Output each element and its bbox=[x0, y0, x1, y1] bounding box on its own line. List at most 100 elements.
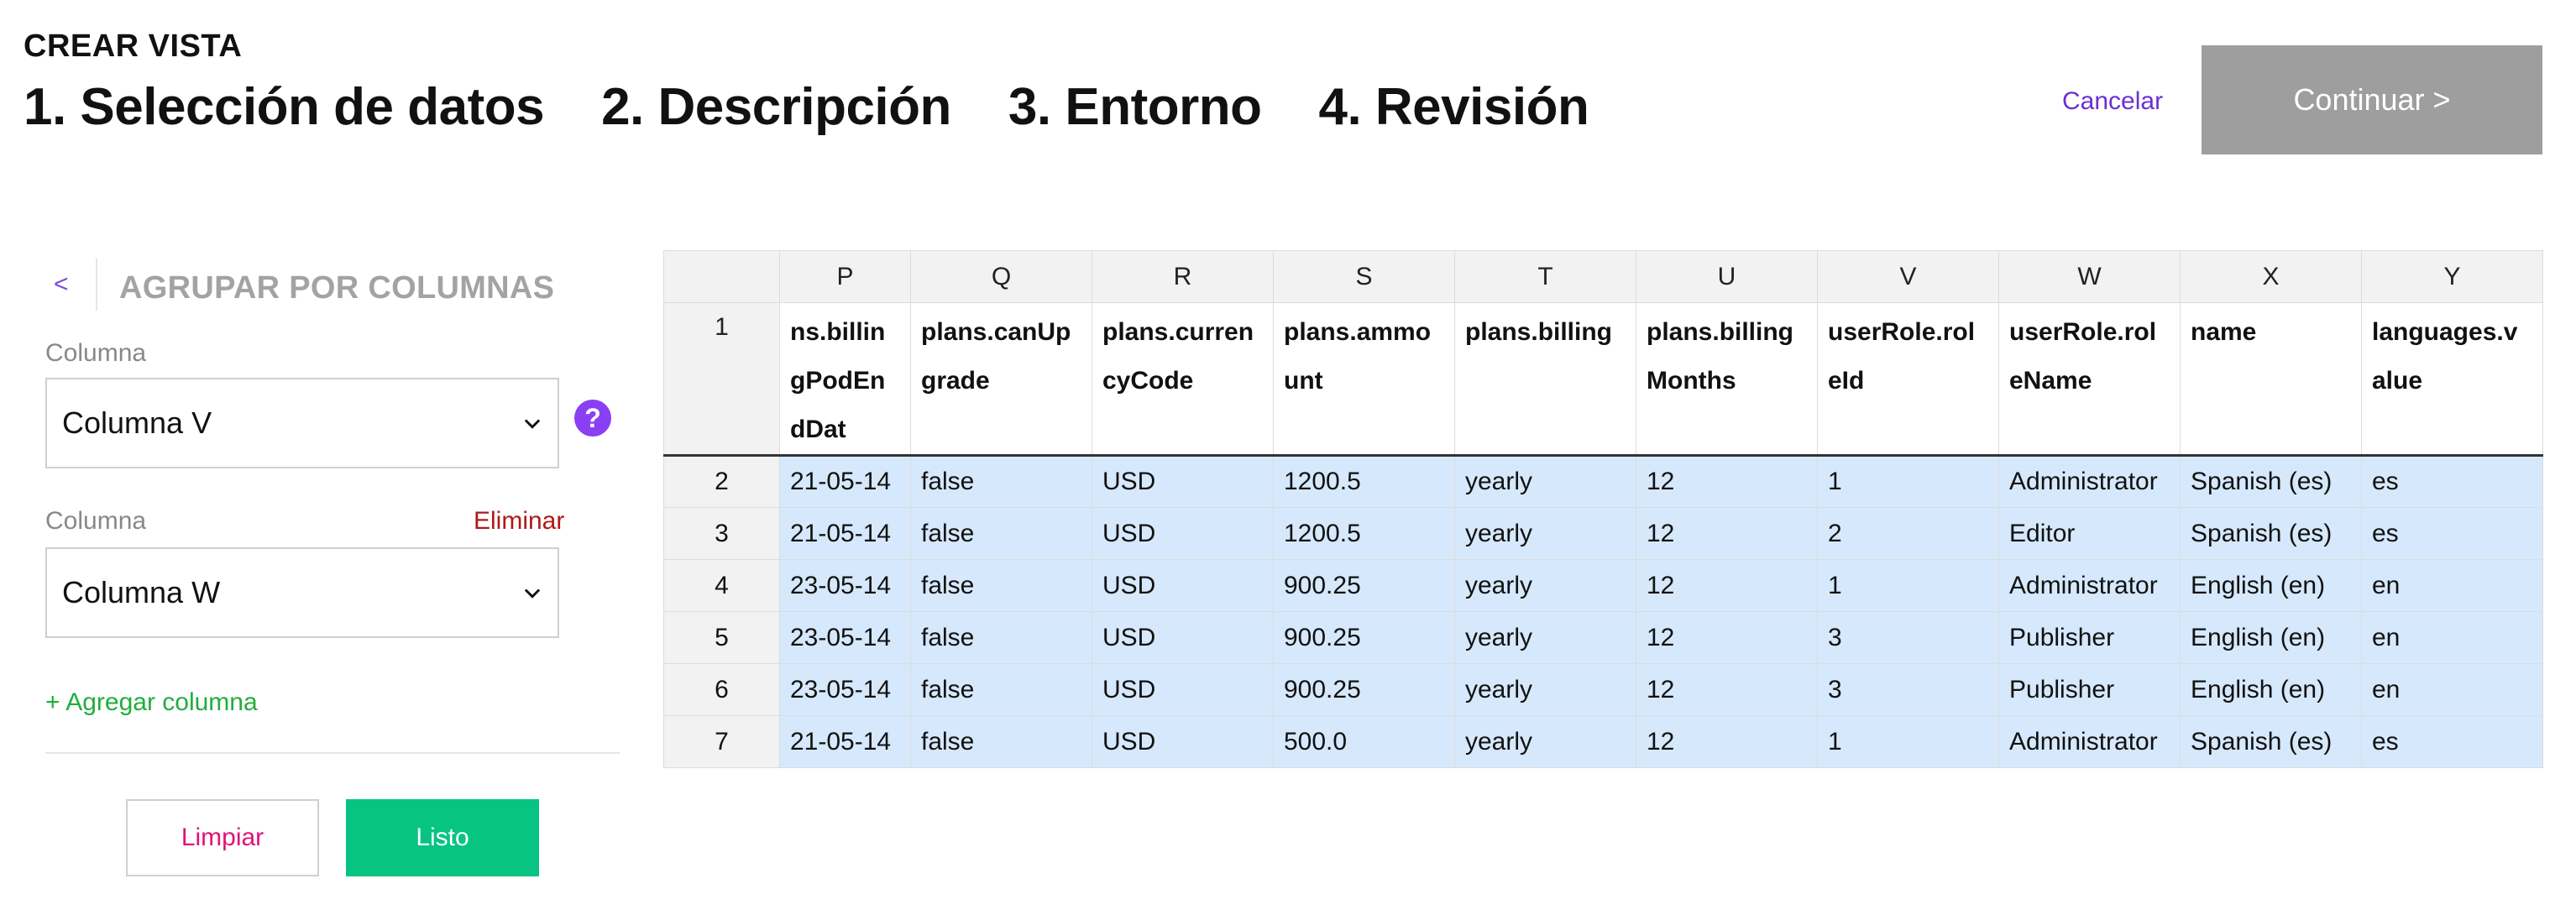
step-review[interactable]: 4. Revisión bbox=[1318, 77, 1589, 137]
continue-button[interactable]: Continuar > bbox=[2202, 45, 2542, 154]
row-number[interactable]: 6 bbox=[663, 663, 780, 716]
header-cell[interactable]: plans.ammount bbox=[1273, 302, 1455, 457]
table-cell[interactable]: Spanish (es) bbox=[2180, 715, 2362, 768]
table-cell[interactable]: es bbox=[2361, 715, 2543, 768]
header-cell[interactable]: ns.billingPodEndDat bbox=[779, 302, 911, 457]
table-cell[interactable]: 23-05-14 bbox=[779, 611, 911, 664]
done-button[interactable]: Listo bbox=[346, 799, 539, 876]
column-letter[interactable]: Y bbox=[2361, 250, 2543, 303]
table-cell[interactable]: USD bbox=[1092, 715, 1274, 768]
table-cell[interactable]: false bbox=[910, 611, 1092, 664]
table-cell[interactable]: en bbox=[2361, 663, 2543, 716]
table-cell[interactable]: Spanish (es) bbox=[2180, 455, 2362, 508]
table-cell[interactable]: English (en) bbox=[2180, 663, 2362, 716]
column-letter[interactable]: W bbox=[1998, 250, 2181, 303]
row-number[interactable]: 3 bbox=[663, 507, 780, 560]
table-cell[interactable]: false bbox=[910, 559, 1092, 612]
table-cell[interactable]: 2 bbox=[1817, 507, 1999, 560]
table-cell[interactable]: Spanish (es) bbox=[2180, 507, 2362, 560]
table-cell[interactable]: 1200.5 bbox=[1273, 455, 1455, 508]
table-cell[interactable]: yearly bbox=[1454, 455, 1636, 508]
table-cell[interactable]: Administrator bbox=[1998, 455, 2181, 508]
table-cell[interactable]: en bbox=[2361, 611, 2543, 664]
add-column-link[interactable]: + Agregar columna bbox=[45, 688, 258, 717]
column-select-1[interactable]: Columna V bbox=[45, 378, 559, 468]
table-cell[interactable]: 1200.5 bbox=[1273, 507, 1455, 560]
row-number[interactable]: 5 bbox=[663, 611, 780, 664]
table-cell[interactable]: USD bbox=[1092, 663, 1274, 716]
column-letter[interactable]: P bbox=[779, 250, 911, 303]
table-cell[interactable]: Administrator bbox=[1998, 715, 2181, 768]
table-cell[interactable]: Publisher bbox=[1998, 611, 2181, 664]
column-letter[interactable]: U bbox=[1636, 250, 1818, 303]
row-number[interactable]: 7 bbox=[663, 715, 780, 768]
row-number[interactable]: 4 bbox=[663, 559, 780, 612]
table-cell[interactable]: 900.25 bbox=[1273, 611, 1455, 664]
table-cell[interactable]: yearly bbox=[1454, 663, 1636, 716]
table-cell[interactable]: es bbox=[2361, 455, 2543, 508]
table-cell[interactable]: 12 bbox=[1636, 455, 1818, 508]
header-cell[interactable]: name bbox=[2180, 302, 2362, 457]
table-cell[interactable]: false bbox=[910, 455, 1092, 508]
table-cell[interactable]: 900.25 bbox=[1273, 559, 1455, 612]
table-cell[interactable]: yearly bbox=[1454, 507, 1636, 560]
row-number[interactable]: 2 bbox=[663, 455, 780, 508]
table-cell[interactable]: English (en) bbox=[2180, 611, 2362, 664]
step-environment[interactable]: 3. Entorno bbox=[1008, 77, 1262, 137]
table-cell[interactable]: 900.25 bbox=[1273, 663, 1455, 716]
table-cell[interactable]: en bbox=[2361, 559, 2543, 612]
table-cell[interactable]: 23-05-14 bbox=[779, 663, 911, 716]
table-cell[interactable]: Editor bbox=[1998, 507, 2181, 560]
table-cell[interactable]: USD bbox=[1092, 507, 1274, 560]
header-cell[interactable]: plans.billing bbox=[1454, 302, 1636, 457]
table-cell[interactable]: 12 bbox=[1636, 559, 1818, 612]
header-cell[interactable]: userRole.roleName bbox=[1998, 302, 2181, 457]
table-cell[interactable]: 500.0 bbox=[1273, 715, 1455, 768]
header-cell[interactable]: plans.currencyCode bbox=[1092, 302, 1274, 457]
table-cell[interactable]: 12 bbox=[1636, 715, 1818, 768]
column-letter[interactable]: S bbox=[1273, 250, 1455, 303]
column-letter[interactable]: V bbox=[1817, 250, 1999, 303]
header-cell[interactable]: userRole.roleId bbox=[1817, 302, 1999, 457]
table-cell[interactable]: 12 bbox=[1636, 663, 1818, 716]
step-description[interactable]: 2. Descripción bbox=[601, 77, 951, 137]
header-cell[interactable]: plans.billingMonths bbox=[1636, 302, 1818, 457]
table-cell[interactable]: yearly bbox=[1454, 611, 1636, 664]
header-cell[interactable]: plans.canUpgrade bbox=[910, 302, 1092, 457]
table-cell[interactable]: Administrator bbox=[1998, 559, 2181, 612]
table-cell[interactable]: USD bbox=[1092, 611, 1274, 664]
table-cell[interactable]: 21-05-14 bbox=[779, 507, 911, 560]
column-letter[interactable]: Q bbox=[910, 250, 1092, 303]
table-cell[interactable]: yearly bbox=[1454, 559, 1636, 612]
table-cell[interactable]: USD bbox=[1092, 559, 1274, 612]
table-cell[interactable]: 1 bbox=[1817, 455, 1999, 508]
column-letter[interactable]: T bbox=[1454, 250, 1636, 303]
table-cell[interactable]: 21-05-14 bbox=[779, 455, 911, 508]
corner-cell[interactable] bbox=[663, 250, 780, 303]
table-cell[interactable]: false bbox=[910, 507, 1092, 560]
table-cell[interactable]: false bbox=[910, 663, 1092, 716]
table-cell[interactable]: 12 bbox=[1636, 507, 1818, 560]
table-cell[interactable]: Publisher bbox=[1998, 663, 2181, 716]
table-cell[interactable]: 3 bbox=[1817, 663, 1999, 716]
row-number[interactable]: 1 bbox=[663, 302, 780, 457]
table-cell[interactable]: 3 bbox=[1817, 611, 1999, 664]
table-cell[interactable]: 21-05-14 bbox=[779, 715, 911, 768]
clear-button[interactable]: Limpiar bbox=[126, 799, 319, 876]
table-cell[interactable]: 1 bbox=[1817, 559, 1999, 612]
remove-column-button[interactable]: Eliminar bbox=[474, 507, 564, 536]
table-cell[interactable]: es bbox=[2361, 507, 2543, 560]
cancel-link[interactable]: Cancelar bbox=[2062, 87, 2163, 116]
help-icon[interactable]: ? bbox=[574, 400, 611, 437]
column-letter[interactable]: X bbox=[2180, 250, 2362, 303]
table-cell[interactable]: 12 bbox=[1636, 611, 1818, 664]
chevron-left-icon[interactable]: < bbox=[54, 270, 69, 299]
column-letter[interactable]: R bbox=[1092, 250, 1274, 303]
header-cell[interactable]: languages.value bbox=[2361, 302, 2543, 457]
column-select-2[interactable]: Columna W bbox=[45, 547, 559, 638]
table-cell[interactable]: 23-05-14 bbox=[779, 559, 911, 612]
step-data-selection[interactable]: 1. Selección de datos bbox=[24, 77, 545, 137]
table-cell[interactable]: English (en) bbox=[2180, 559, 2362, 612]
table-cell[interactable]: USD bbox=[1092, 455, 1274, 508]
table-cell[interactable]: yearly bbox=[1454, 715, 1636, 768]
